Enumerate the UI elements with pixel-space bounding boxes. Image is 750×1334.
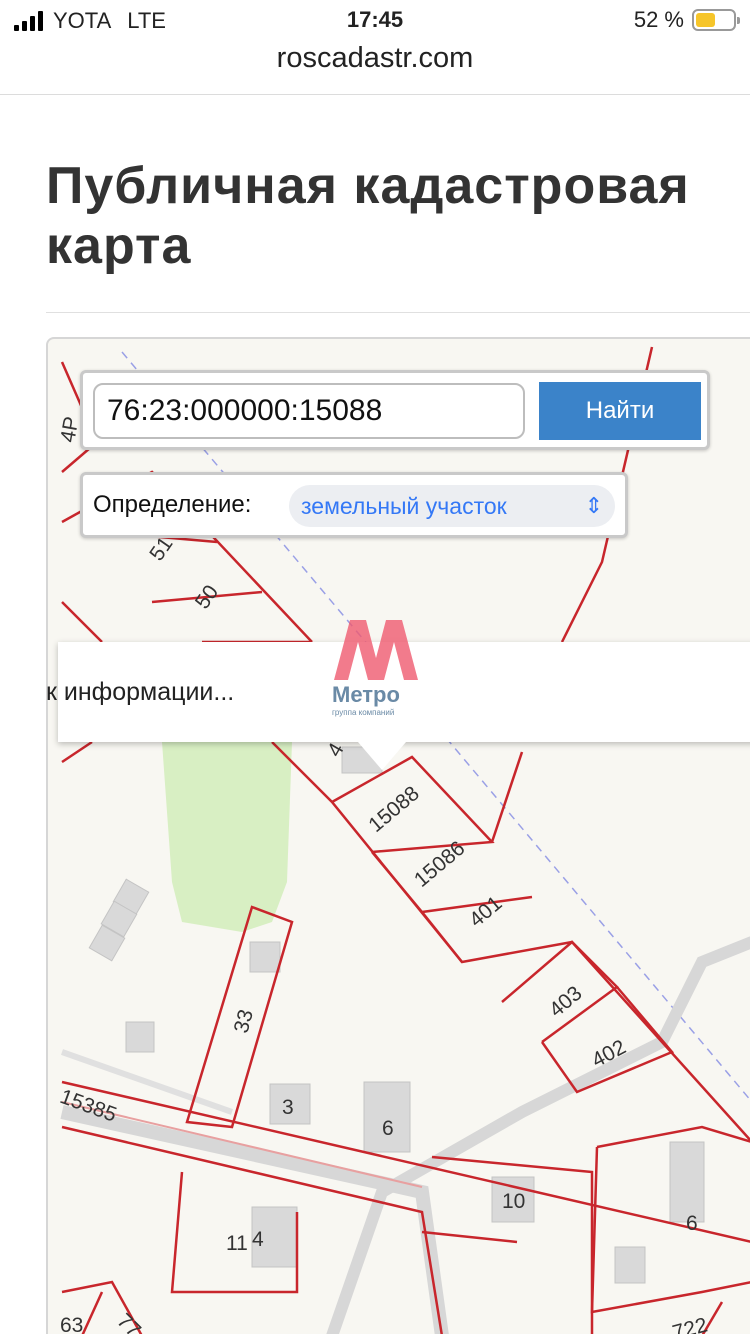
parcel-label: 10 xyxy=(502,1190,525,1213)
page-title: Публичная кадастровая карта xyxy=(46,157,690,275)
parcel-label: 33 xyxy=(230,1007,258,1036)
parcel-label: 50 xyxy=(191,581,223,613)
definition-select[interactable]: земельный участок ⇕ xyxy=(289,485,615,527)
parcel-label: 15088 xyxy=(364,782,424,837)
status-bar: YOTA LTE 17:45 52 % xyxy=(0,0,750,40)
parcel-label: 77 xyxy=(112,1309,145,1334)
status-right: 52 % xyxy=(633,7,740,33)
address-bar-url[interactable]: roscadastr.com xyxy=(0,42,750,75)
parcel-label: 6 xyxy=(382,1117,394,1140)
find-button[interactable]: Найти xyxy=(539,382,701,440)
cadastral-number-input[interactable] xyxy=(93,383,525,439)
parcel-label: 11 xyxy=(226,1232,248,1255)
parcel-label: 3 xyxy=(282,1096,294,1119)
parcel-label: 63 xyxy=(60,1314,83,1334)
definition-label: Определение: xyxy=(93,491,252,518)
watermark-subtitle: группа компаний xyxy=(332,708,395,717)
info-popup-text: к информации... xyxy=(46,678,235,706)
address-bar-divider xyxy=(0,94,750,95)
metro-logo-icon xyxy=(334,620,418,680)
definition-panel: Определение: земельный участок ⇕ xyxy=(80,472,628,538)
metro-watermark-logo: Метро группа компаний xyxy=(332,618,422,718)
popup-pointer xyxy=(358,742,406,770)
parcel-label: 403 xyxy=(545,982,587,1022)
battery-percent: 52 % xyxy=(633,7,684,32)
parcel-label: 4 xyxy=(252,1228,264,1251)
watermark-name: Метро xyxy=(332,682,400,707)
parcel-label: 15086 xyxy=(410,837,470,892)
title-divider xyxy=(46,312,750,313)
chevron-updown-icon: ⇕ xyxy=(584,493,603,518)
search-panel: Найти xyxy=(80,370,710,450)
parcel-label: 722 xyxy=(670,1313,710,1334)
definition-selected-value: земельный участок xyxy=(301,493,507,519)
parcel-label: 401 xyxy=(465,892,507,932)
park-area xyxy=(162,742,292,932)
battery-icon xyxy=(692,9,740,31)
parcel-label: 6 xyxy=(686,1212,698,1235)
